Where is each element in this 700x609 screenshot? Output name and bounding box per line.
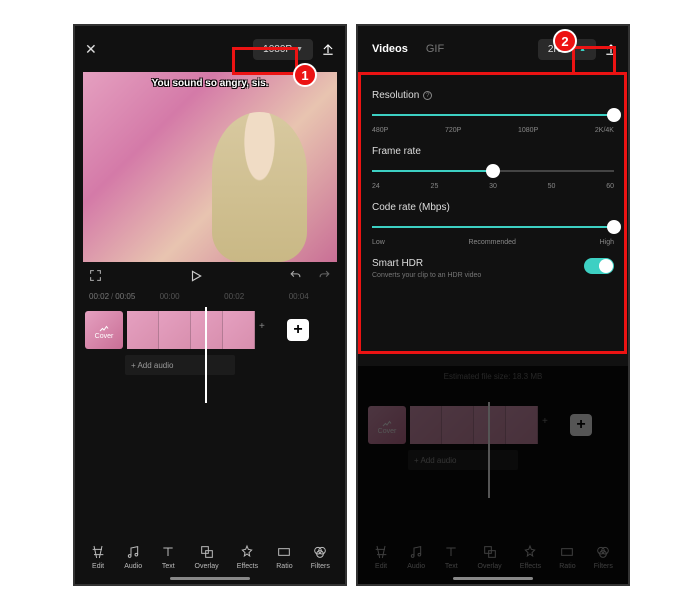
tool-effects[interactable]: Effects <box>237 544 258 570</box>
annotation-box-2a <box>572 46 616 75</box>
tool-ratio[interactable]: Ratio <box>276 544 292 570</box>
export-icon[interactable] <box>321 42 335 56</box>
undo-icon[interactable] <box>289 269 302 285</box>
phone-left: ✕ 1080P ▼ You sound so angry, sis. 00:02… <box>75 26 345 584</box>
redo-icon[interactable] <box>318 269 331 285</box>
toolbar-dim: Edit Audio Text Overlay Effects Ratio Fi… <box>358 544 628 570</box>
player-controls <box>75 262 345 292</box>
timeline-dim: Cover + + + Add audio <box>358 406 628 476</box>
tool-filters[interactable]: Filters <box>311 544 330 570</box>
export-tabs: Videos GIF <box>368 43 448 55</box>
tool-audio[interactable]: Audio <box>124 544 142 570</box>
add-audio-button[interactable]: + Add audio <box>125 355 235 375</box>
home-indicator <box>453 577 533 580</box>
close-icon[interactable]: ✕ <box>85 41 97 58</box>
tool-edit[interactable]: Edit <box>90 544 106 570</box>
annotation-box-1 <box>232 47 298 75</box>
cover-button[interactable]: Cover <box>85 311 123 349</box>
clip-strip[interactable] <box>127 311 255 349</box>
add-clip-button[interactable]: + <box>287 319 309 341</box>
annotation-badge-2: 2 <box>553 29 577 53</box>
tool-overlay[interactable]: Overlay <box>195 544 219 570</box>
playhead[interactable] <box>205 307 207 403</box>
plus-small: + <box>259 321 283 332</box>
toolbar: Edit Audio Text Overlay Effects Ratio Fi… <box>75 544 345 570</box>
preview-person <box>212 112 307 262</box>
timeline[interactable]: Cover + + + Add audio <box>75 311 345 381</box>
annotation-box-2b <box>358 72 627 354</box>
home-indicator <box>170 577 250 580</box>
tab-gif[interactable]: GIF <box>426 43 444 55</box>
video-preview[interactable]: You sound so angry, sis. <box>83 72 337 262</box>
play-icon[interactable] <box>189 269 203 286</box>
tab-videos[interactable]: Videos <box>372 43 408 55</box>
time-display: 00:02 / 00:05 00:0000:0200:04 <box>75 292 345 301</box>
phone-left-frame: ✕ 1080P ▼ You sound so angry, sis. 00:02… <box>73 24 347 586</box>
tool-text[interactable]: Text <box>160 544 176 570</box>
fullscreen-icon[interactable] <box>89 269 102 285</box>
annotation-badge-1: 1 <box>293 63 317 87</box>
